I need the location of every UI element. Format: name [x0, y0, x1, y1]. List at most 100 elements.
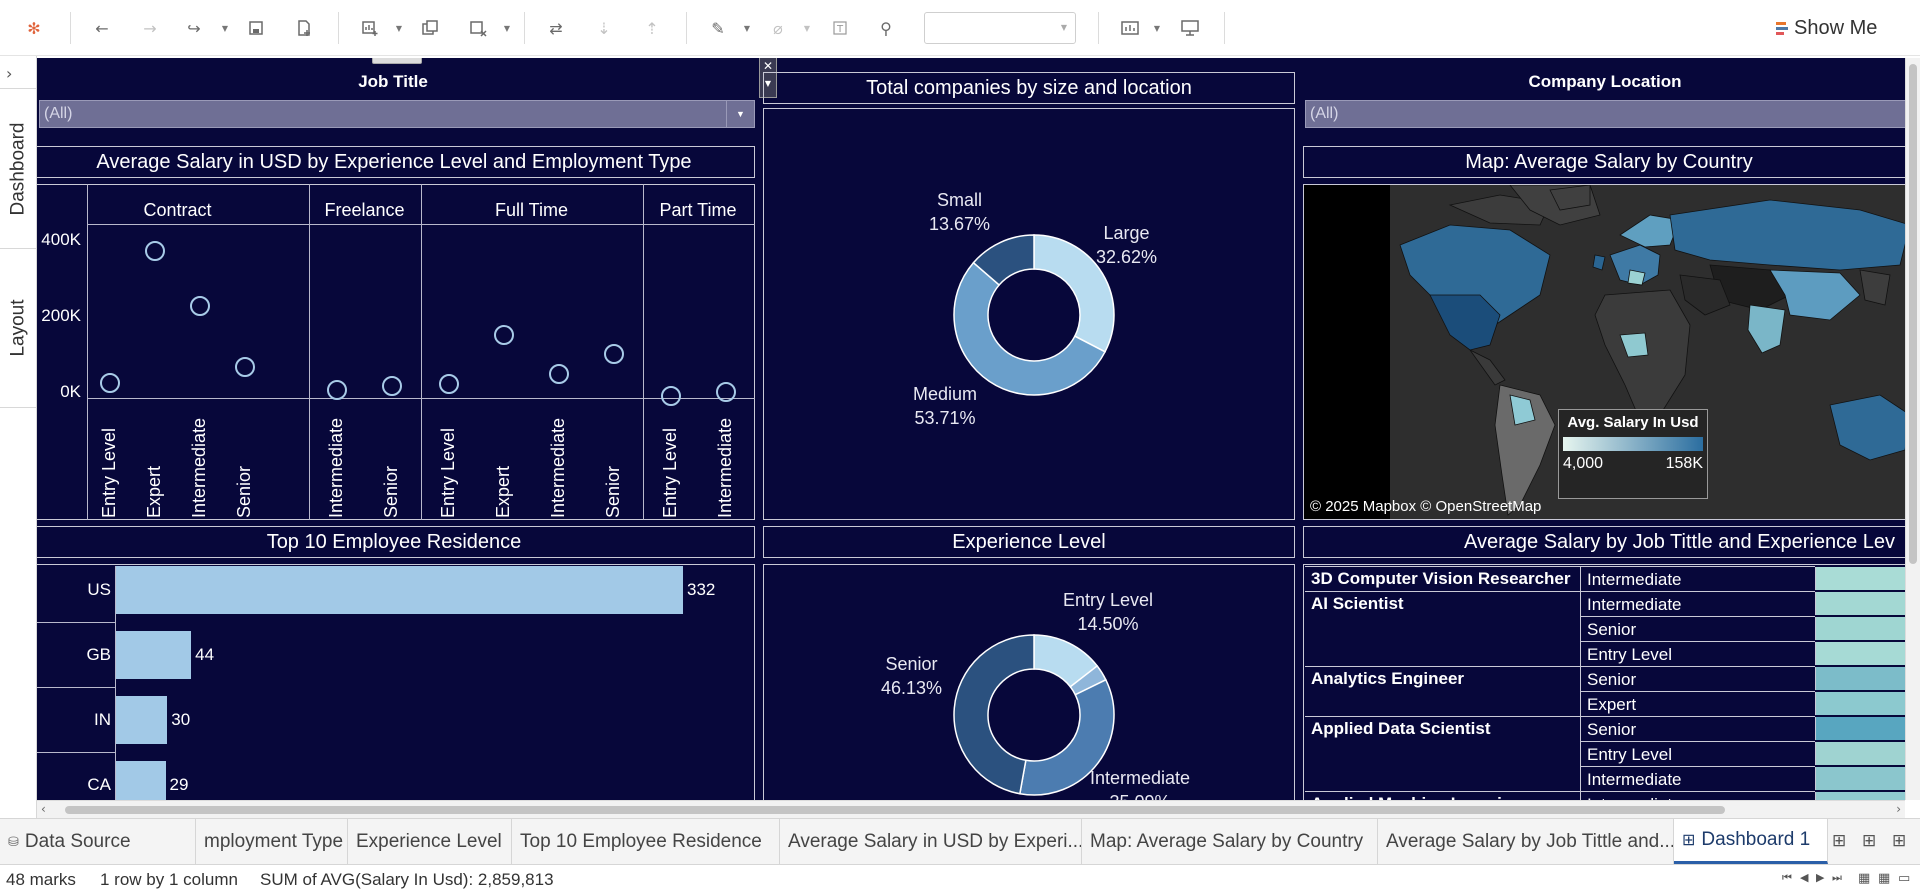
table-experience-level: Senior — [1580, 666, 1815, 691]
new-dashboard-tab-icon[interactable]: ⊞ — [1862, 831, 1876, 851]
table-color-cell[interactable] — [1815, 717, 1905, 740]
filmstrip-view-icon[interactable]: ▦ — [1858, 871, 1870, 886]
table-color-cell[interactable] — [1815, 667, 1905, 690]
bar[interactable] — [116, 566, 683, 614]
scatter-point[interactable] — [660, 386, 681, 406]
tab-layout[interactable]: Layout — [0, 248, 37, 408]
bar[interactable] — [116, 761, 166, 800]
bar-row-label: GB — [86, 645, 111, 664]
map-panel[interactable]: Avg. Salary In Usd 4,000 158K © 2025 Map… — [1303, 184, 1905, 520]
scatter-point[interactable] — [144, 241, 165, 261]
replay-caret-icon[interactable]: ▼ — [220, 14, 230, 42]
fit-dropdown[interactable]: ▼ — [924, 12, 1076, 44]
tab-dashboard[interactable]: Dashboard — [0, 88, 37, 248]
show-cards-icon[interactable] — [1116, 14, 1144, 42]
table-experience-level: Entry Level — [1580, 741, 1815, 766]
job-title-filter-title: Job Title — [358, 72, 428, 91]
table-experience-level: Entry Level — [1580, 641, 1815, 666]
tab-sheet-3[interactable]: Top 10 Employee Residence — [512, 819, 780, 864]
prev-sheet-icon[interactable]: ◀ — [1800, 871, 1808, 884]
table-color-cell[interactable] — [1815, 692, 1905, 715]
drag-handle[interactable] — [372, 58, 422, 64]
bar[interactable] — [116, 696, 168, 744]
replay-icon[interactable]: ↪ — [180, 14, 208, 42]
table-color-cell[interactable] — [1815, 742, 1905, 765]
expand-panel-icon[interactable]: › — [6, 64, 12, 83]
duplicate-sheet-icon[interactable] — [416, 14, 444, 42]
table-color-cell[interactable] — [1815, 642, 1905, 665]
save-icon[interactable] — [242, 14, 270, 42]
map-void — [1304, 185, 1390, 519]
tab-dashboard-1[interactable]: ⊞ Dashboard 1 — [1674, 819, 1828, 864]
clear-sheet-caret-icon[interactable]: ▼ — [502, 14, 512, 42]
highlight-caret-icon[interactable]: ▼ — [742, 14, 752, 42]
redo-icon[interactable]: → — [136, 14, 164, 42]
horizontal-scrollbar[interactable]: ‹ › — [37, 800, 1905, 818]
donut-label-large: Large 32.62% — [1096, 223, 1158, 267]
swap-rows-columns-icon[interactable]: ⇄ — [542, 14, 570, 42]
scatter-group-header: Contract — [143, 200, 212, 220]
tab-sheet-1[interactable]: mployment Type — [196, 819, 348, 864]
horizontal-scroll-thumb[interactable] — [65, 806, 1725, 814]
scroll-left-icon[interactable]: ‹ — [41, 802, 46, 816]
table-color-cell[interactable] — [1815, 767, 1905, 790]
next-sheet-icon[interactable]: ▶ — [1816, 871, 1824, 884]
table-experience-level: Intermediate — [1580, 566, 1815, 591]
new-worksheet-tab-icon[interactable]: ⊞ — [1832, 831, 1846, 851]
group-caret-icon[interactable]: ▼ — [802, 14, 812, 42]
presentation-mode-icon[interactable] — [1176, 14, 1204, 42]
table-color-cell[interactable] — [1815, 567, 1905, 590]
show-me-button[interactable]: Show Me — [1776, 14, 1877, 42]
vertical-scrollbar[interactable] — [1905, 58, 1920, 800]
company-location-filter-select[interactable]: (All) — [1305, 100, 1905, 128]
tab-sheet-4[interactable]: Average Salary in USD by Experi... — [780, 819, 1082, 864]
undo-icon[interactable]: ← — [88, 14, 116, 42]
highlight-icon[interactable]: ✎ — [704, 14, 732, 42]
bar-row-divider — [37, 752, 115, 753]
sorter-view-icon[interactable]: ▦ — [1878, 871, 1890, 886]
scatter-point[interactable] — [715, 382, 736, 402]
table-experience-level: Intermediate — [1580, 766, 1815, 791]
show-cards-caret-icon[interactable]: ▼ — [1152, 14, 1162, 42]
first-sheet-icon[interactable]: ⏮ — [1782, 871, 1792, 885]
scatter-point[interactable] — [493, 325, 514, 345]
vertical-scroll-thumb[interactable] — [1909, 64, 1917, 564]
scatter-x-label: Senior — [234, 465, 255, 518]
status-dimensions: 1 row by 1 column — [100, 870, 238, 889]
tab-sheet-5[interactable]: Map: Average Salary by Country — [1082, 819, 1378, 864]
new-worksheet-caret-icon[interactable]: ▼ — [394, 14, 404, 42]
table-color-cell[interactable] — [1815, 617, 1905, 640]
new-story-tab-icon[interactable]: ⊞ — [1892, 831, 1906, 851]
scroll-right-icon[interactable]: › — [1896, 802, 1901, 816]
group-icon[interactable]: ⌀ — [764, 14, 792, 42]
scatter-y-tick: 200K — [41, 306, 81, 325]
job-title-filter-select[interactable]: (All) ▼ — [39, 100, 755, 128]
table-color-cell[interactable] — [1815, 592, 1905, 615]
scatter-point[interactable] — [326, 380, 347, 400]
last-sheet-icon[interactable]: ⏭ — [1832, 871, 1842, 885]
scatter-header-line — [87, 224, 755, 225]
bar[interactable] — [116, 631, 192, 679]
chevron-down-icon[interactable]: ▼ — [726, 101, 754, 127]
new-worksheet-icon[interactable] — [356, 14, 384, 42]
show-labels-icon[interactable]: T — [826, 14, 854, 42]
scatter-point[interactable] — [190, 296, 211, 316]
scatter-x-label: Intermediate — [714, 417, 735, 518]
clear-sheet-icon[interactable] — [464, 14, 492, 42]
tab-data-source[interactable]: ⛁ Data Source — [0, 819, 196, 864]
scatter-point[interactable] — [99, 373, 120, 393]
tab-sheet-6[interactable]: Average Salary by Job Tittle and... — [1378, 819, 1674, 864]
tab-sheet-2[interactable]: Experience Level — [348, 819, 512, 864]
scatter-point[interactable] — [438, 374, 459, 394]
scatter-point[interactable] — [549, 364, 570, 384]
side-rail: › Dashboard Layout — [0, 56, 37, 818]
sort-ascending-icon[interactable]: ⇣ — [590, 14, 618, 42]
table-color-cell[interactable] — [1815, 792, 1905, 800]
fix-axes-icon[interactable]: ⚲ — [872, 14, 900, 42]
sort-descending-icon[interactable]: ⇡ — [638, 14, 666, 42]
toolbar: ✻ ← → ↪ ▼ ▼ ▼ ⇄ ⇣ ⇡ ✎ ▼ ⌀ ▼ T ⚲ ▼ ▼ Show… — [0, 0, 1920, 56]
donut-exp-slice[interactable] — [953, 634, 1035, 795]
new-data-source-icon[interactable] — [290, 14, 318, 42]
tableau-logo-icon[interactable]: ✻ — [20, 14, 48, 42]
tabs-view-icon[interactable]: ▭ — [1898, 871, 1910, 886]
